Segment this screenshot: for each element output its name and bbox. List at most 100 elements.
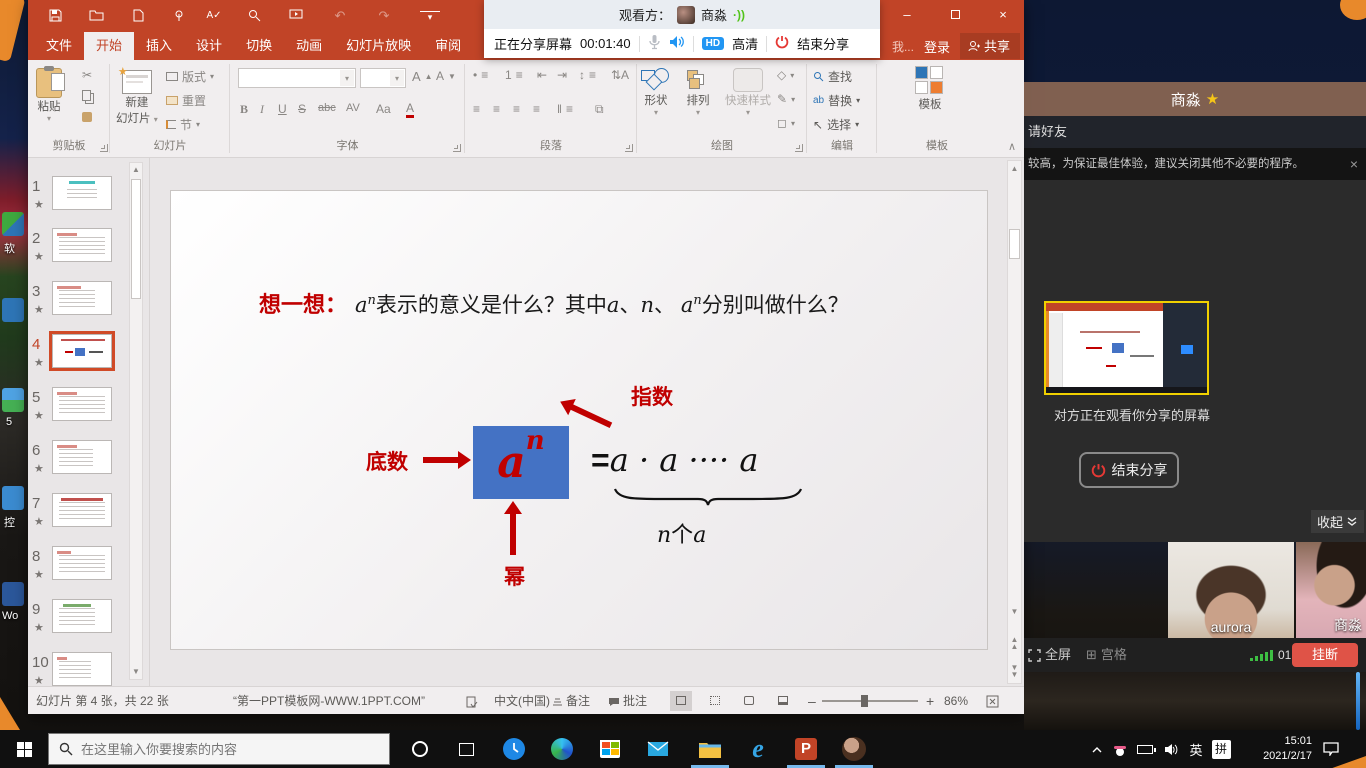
zoom-out-button[interactable]: –	[808, 687, 816, 715]
drawing-dialog-launcher[interactable]	[795, 144, 803, 152]
share-button[interactable]: 共享	[960, 33, 1020, 59]
numbering-button[interactable]: 1≡	[505, 68, 523, 82]
grid-view-button[interactable]: ⊞宫格	[1086, 638, 1127, 672]
collapse-ribbon-button[interactable]: ∧	[1008, 140, 1016, 153]
maximize-button[interactable]	[946, 6, 964, 24]
action-center-button[interactable]	[1316, 730, 1346, 768]
collapse-panel-button[interactable]: 收起	[1311, 510, 1364, 533]
open-folder-icon[interactable]	[86, 7, 106, 25]
normal-view-button[interactable]	[670, 691, 692, 711]
font-dialog-launcher[interactable]	[453, 144, 461, 152]
invite-friends-row[interactable]: 请好友	[1024, 116, 1366, 148]
end-share-button[interactable]: 结束分享	[797, 34, 849, 53]
tab-animations[interactable]: 动画	[284, 32, 334, 60]
font-size-select[interactable]: ▾	[360, 68, 406, 88]
spellcheck-icon[interactable]: A✓	[204, 7, 224, 25]
powerpoint-button[interactable]: P	[784, 730, 828, 768]
tab-design[interactable]: 设计	[184, 32, 234, 60]
select-button[interactable]: ↖选择▾	[813, 116, 859, 133]
arrange-button[interactable]: 排列 ▾	[685, 68, 711, 117]
dismiss-notice-icon[interactable]: ×	[1350, 148, 1358, 180]
zoom-level[interactable]: 86%	[944, 687, 968, 715]
shared-screen-preview[interactable]	[1044, 301, 1209, 395]
tellme-label[interactable]: 我...	[892, 38, 914, 55]
editor-scrollbar[interactable]: ▲ ▼ ▲▲ ▼▼	[1007, 160, 1022, 684]
zoom-in-button[interactable]: +	[926, 687, 934, 715]
tab-insert[interactable]: 插入	[134, 32, 184, 60]
paste-button[interactable]: 粘贴 ▾	[36, 68, 62, 123]
grow-font-button[interactable]: A▲	[412, 69, 433, 84]
desktop-icon-book[interactable]	[2, 298, 24, 322]
comments-button[interactable]: 批注	[608, 687, 647, 715]
increase-indent-button[interactable]: ⇥	[557, 68, 567, 82]
clock-app-button[interactable]	[492, 730, 536, 768]
edge-button[interactable]	[540, 730, 584, 768]
clipboard-dialog-launcher[interactable]	[100, 144, 108, 152]
slideshow-view-button[interactable]	[772, 691, 794, 711]
taskbar-search-box[interactable]	[48, 733, 390, 765]
find-button[interactable]: 查找	[813, 68, 852, 85]
quick-styles-button[interactable]: 快速样式 ▾	[725, 68, 771, 117]
scrollbar-thumb[interactable]	[131, 179, 141, 299]
line-spacing-button[interactable]: ↕≡	[579, 68, 596, 82]
desktop-icon-shield[interactable]	[2, 212, 24, 236]
decrease-indent-button[interactable]: ⇤	[537, 68, 547, 82]
save-icon[interactable]	[45, 7, 65, 25]
slide-thumbnail-4-selected[interactable]	[52, 334, 112, 368]
tab-review[interactable]: 审阅	[423, 32, 473, 60]
tray-clock[interactable]: 15:01 2021/2/17	[1263, 734, 1312, 764]
cortana-button[interactable]	[398, 730, 442, 768]
scrollbar-thumb[interactable]	[1009, 229, 1020, 259]
reset-button[interactable]: 重置	[166, 92, 206, 109]
scroll-up-icon[interactable]: ▲	[130, 163, 142, 177]
tray-volume-icon[interactable]	[1158, 730, 1184, 768]
new-slide-button[interactable]: ★ 新建 幻灯片 ▾	[116, 70, 158, 126]
shapes-button[interactable]: 形状 ▾	[641, 68, 671, 117]
font-name-select[interactable]: ▾	[238, 68, 356, 88]
format-painter-button[interactable]	[82, 112, 92, 122]
file-explorer-button[interactable]	[688, 730, 732, 768]
align-center-button[interactable]: ≡	[493, 102, 500, 116]
section-button[interactable]: 节▾	[166, 116, 200, 133]
clear-all-formatting-button[interactable]: abc	[318, 102, 336, 114]
desktop-icon-app5[interactable]	[2, 388, 24, 412]
search-input[interactable]	[81, 742, 361, 757]
scroll-down-icon[interactable]: ▼	[130, 665, 142, 679]
zoom-slider[interactable]	[822, 700, 918, 702]
desktop-icon-panel[interactable]	[2, 486, 24, 510]
bold-button[interactable]: B	[240, 102, 248, 117]
close-button[interactable]: ×	[994, 6, 1012, 24]
end-share-power-icon[interactable]	[775, 35, 789, 52]
notes-button[interactable]: 备注	[552, 687, 590, 715]
tab-file[interactable]: 文件	[34, 32, 84, 60]
slide-sorter-view-button[interactable]	[704, 691, 726, 711]
shrink-font-button[interactable]: A▼	[436, 69, 456, 83]
slide-thumbnail-3[interactable]	[52, 281, 112, 315]
next-slide-button[interactable]: ▼▼	[1008, 662, 1021, 677]
tray-ime-indicator[interactable]: 拼	[1208, 730, 1234, 768]
slide-thumbnail-10[interactable]	[52, 652, 112, 686]
tab-home[interactable]: 开始	[84, 32, 134, 60]
zoom-slider-thumb[interactable]	[861, 695, 868, 707]
shape-outline-button[interactable]: ✎▾	[777, 92, 795, 106]
italic-button[interactable]: I	[260, 102, 264, 117]
store-button[interactable]	[588, 730, 632, 768]
tray-battery-icon[interactable]	[1132, 730, 1158, 768]
tray-chevron-up[interactable]	[1086, 730, 1108, 768]
tab-transitions[interactable]: 切换	[234, 32, 284, 60]
slide-canvas[interactable]: 想一想：an表示的意义是什么？其中a、n、 an分别叫做什么？ an 底数 指数…	[170, 190, 988, 650]
undo-icon[interactable]: ↶	[330, 7, 350, 25]
slide-thumbnail-2[interactable]	[52, 228, 112, 262]
slide-thumbnail-1[interactable]	[52, 176, 112, 210]
microphone-icon[interactable]	[648, 34, 661, 53]
shape-fill-button[interactable]: ◇▾	[777, 68, 794, 82]
tray-language-indicator[interactable]: 英	[1184, 730, 1208, 768]
layout-button[interactable]: 版式▾	[166, 68, 214, 85]
mail-button[interactable]	[636, 730, 680, 768]
align-left-button[interactable]: ≡	[473, 102, 480, 116]
fullscreen-button[interactable]: 全屏	[1028, 638, 1071, 672]
speaker-icon[interactable]	[669, 35, 685, 52]
start-button[interactable]	[0, 730, 48, 768]
slide-thumbnail-7[interactable]	[52, 493, 112, 527]
tab-slideshow[interactable]: 幻灯片放映	[334, 32, 423, 60]
